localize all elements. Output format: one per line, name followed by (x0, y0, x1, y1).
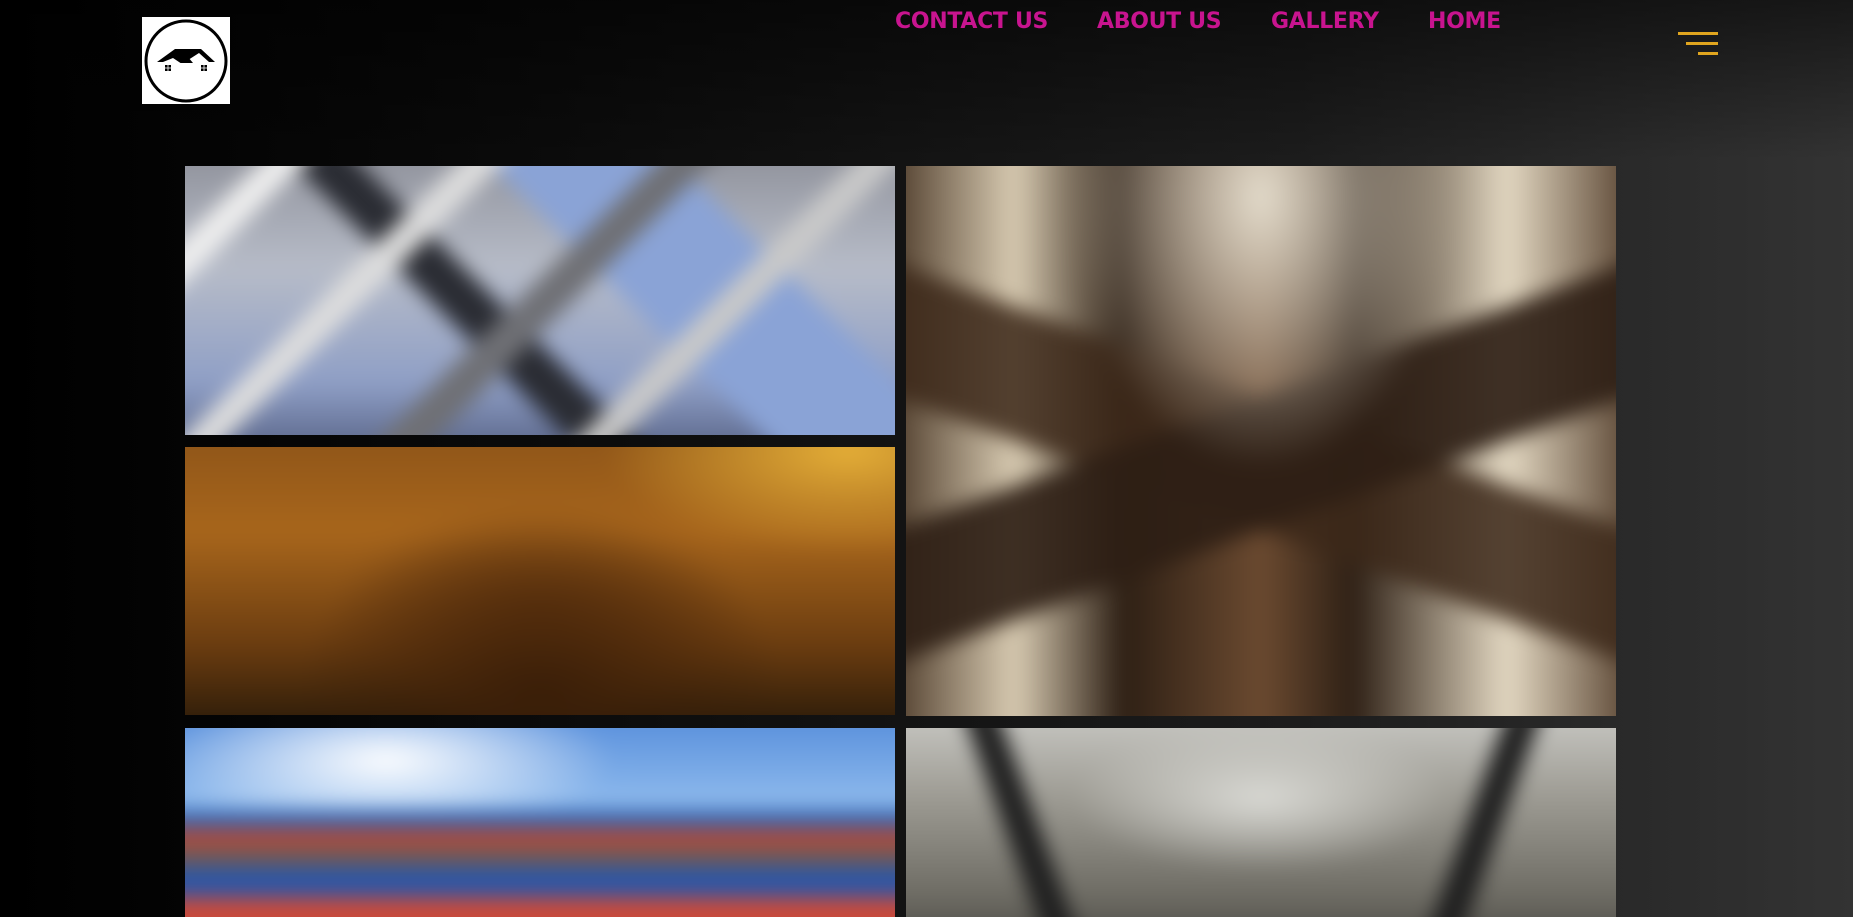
building-facade-image (185, 166, 895, 435)
hamburger-menu-icon[interactable] (1678, 30, 1718, 58)
gallery-tile-colorful-buildings[interactable] (185, 728, 895, 917)
atrium-interior-image (906, 166, 1616, 716)
gallery-tile-domed-building[interactable] (906, 728, 1616, 917)
house-roof-icon (144, 19, 228, 102)
menu-line (1678, 32, 1718, 35)
gallery-tile-atrium-interior[interactable] (906, 166, 1616, 716)
menu-line (1686, 42, 1718, 45)
gallery-tile-building-facade[interactable] (185, 166, 895, 435)
gallery-tile-ornate-ceiling[interactable] (185, 447, 895, 715)
nav-about-us[interactable]: ABOUT US (1097, 7, 1222, 37)
colorful-buildings-image (185, 728, 895, 917)
ornate-ceiling-image (185, 447, 895, 715)
nav-gallery[interactable]: GALLERY (1271, 7, 1379, 37)
nav-home[interactable]: HOME (1428, 7, 1501, 37)
menu-line (1698, 52, 1718, 55)
site-logo[interactable] (142, 17, 230, 104)
domed-building-image (906, 728, 1616, 917)
nav-contact-us[interactable]: CONTACT US (895, 7, 1048, 37)
